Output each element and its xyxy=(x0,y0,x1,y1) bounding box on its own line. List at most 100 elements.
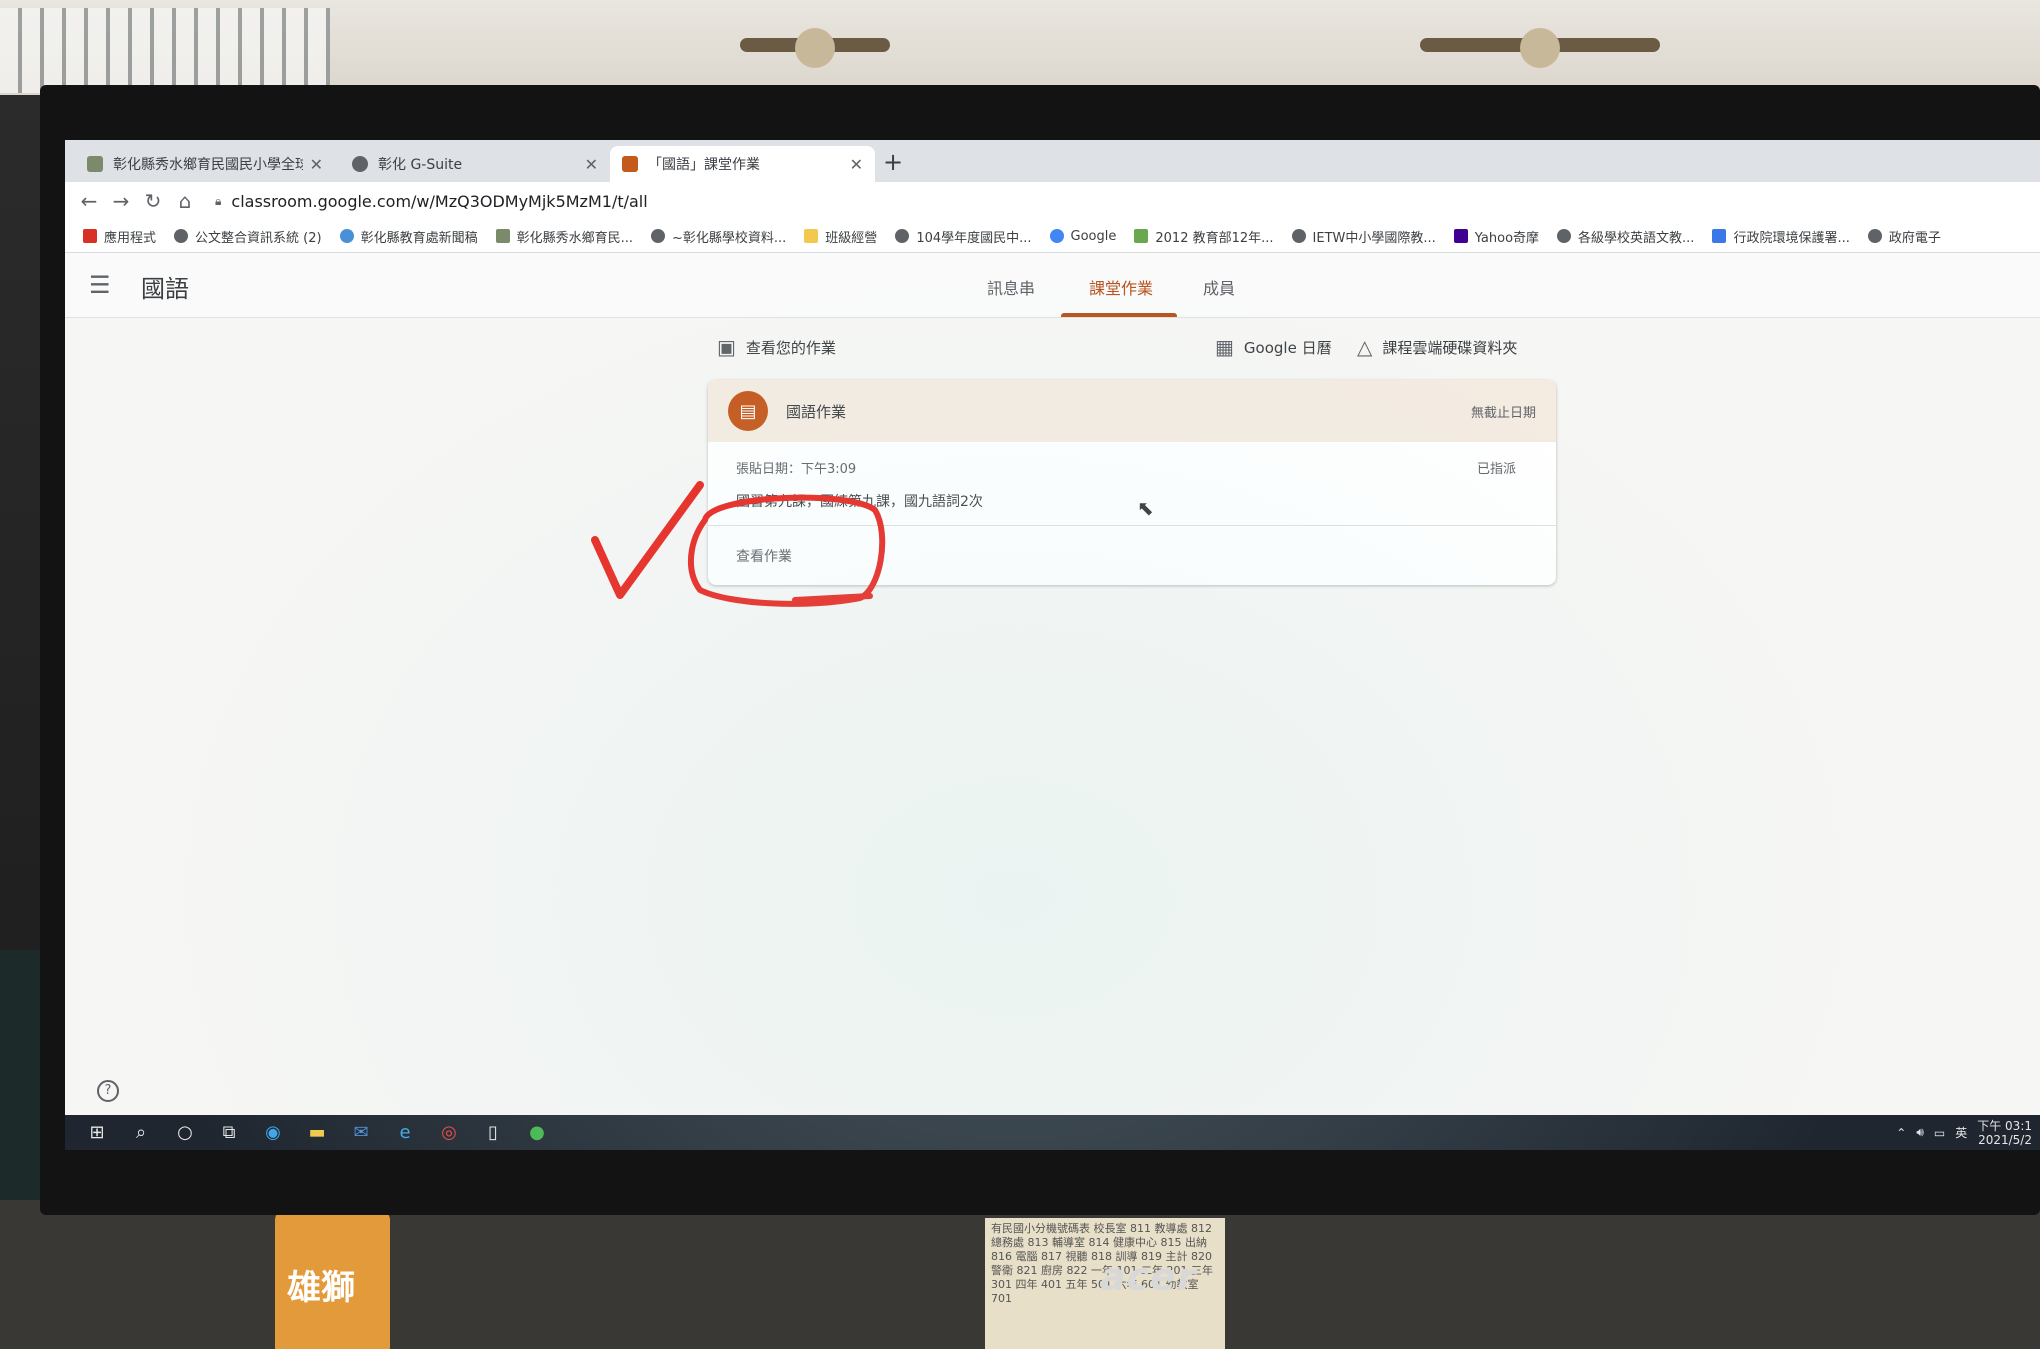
globe-icon xyxy=(352,156,368,172)
course-title: 國語 xyxy=(141,275,189,303)
assignment-icon: ▤ xyxy=(728,391,768,431)
assignment-title: 國語作業 xyxy=(786,402,847,421)
windows-taskbar: ⊞ ⌕ ○ ⧉ ◉ ▬ ✉ e ◎ ▯ ● ⌃ 🔊︎ ▭ 英 下午 03:1 2… xyxy=(65,1115,2040,1150)
bookmark-label: 班級經營 xyxy=(825,230,878,246)
bookmark-label: Google xyxy=(1070,228,1117,244)
internet-explorer-icon[interactable]: e xyxy=(383,1122,427,1143)
bookmark[interactable]: 公文整合資訊系統 (2) xyxy=(174,227,322,246)
circle-stroke xyxy=(687,494,886,607)
clock[interactable]: 下午 03:1 2021/5/2 xyxy=(1977,1119,2032,1147)
back-icon[interactable]: ← xyxy=(73,189,105,213)
bookmark[interactable]: 彰化縣教育處新聞稿 xyxy=(339,227,478,246)
edge-icon[interactable]: ◉ xyxy=(251,1122,295,1143)
bookmark-label: 行政院環境保護署... xyxy=(1733,230,1850,246)
ceiling-fan-hub xyxy=(1520,28,1560,68)
underline-stroke xyxy=(792,593,873,603)
network-icon[interactable]: ▭ xyxy=(1934,1126,1945,1140)
bookmark-label: 彰化縣秀水鄉育民... xyxy=(516,230,633,246)
tab-classwork[interactable]: 課堂作業 xyxy=(1089,275,1153,299)
school-favicon-icon xyxy=(87,156,103,172)
close-tab-icon[interactable]: ✕ xyxy=(310,155,323,174)
clock-date: 2021/5/2 xyxy=(1978,1132,2032,1147)
folder-icon xyxy=(804,229,819,243)
bookmark[interactable]: 2012 教育部12年... xyxy=(1134,227,1274,246)
assignment-status: 已指派 xyxy=(1476,462,1516,477)
bookmark-label: 2012 教育部12年... xyxy=(1155,230,1274,246)
tab-people[interactable]: 成員 xyxy=(1203,275,1235,299)
bookmark[interactable]: 班級經營 xyxy=(804,227,877,246)
browser-tab[interactable]: 彰化縣秀水鄉育民國民小學全球 ✕ xyxy=(75,146,335,182)
bookmark[interactable]: 彰化縣秀水鄉育民... xyxy=(495,227,633,246)
classroom-header: ☰ 國語 訊息串 課堂作業 成員 xyxy=(65,253,2040,318)
assignment-meta: 張貼日期：下午3:09 已指派 xyxy=(708,442,1556,477)
drive-folder-link[interactable]: △ 課程雲端硬碟資料夾 xyxy=(1357,335,1517,359)
task-view-icon[interactable]: ⧉ xyxy=(207,1122,251,1143)
bookmark-label: 104學年度國民中... xyxy=(916,230,1032,246)
help-icon[interactable]: ? xyxy=(97,1080,119,1102)
tab-stream[interactable]: 訊息串 xyxy=(987,275,1035,299)
ceiling-fan-hub xyxy=(795,28,835,68)
menu-icon[interactable]: ☰ xyxy=(89,271,111,299)
globe-icon xyxy=(1291,229,1306,243)
posted-date: 張貼日期：下午3:09 xyxy=(736,462,857,477)
bookmark-label: 各級學校英語文教... xyxy=(1578,230,1695,246)
lock-icon: 🔒︎ xyxy=(215,193,222,208)
google-calendar-link[interactable]: ▦ Google 日曆 xyxy=(1215,335,1332,359)
assignment-header[interactable]: ▤ 國語作業 無截止日期 xyxy=(708,380,1556,442)
selected-tab-indicator xyxy=(1061,313,1177,317)
bookmarks-bar: 應用程式 公文整合資訊系統 (2) 彰化縣教育處新聞稿 彰化縣秀水鄉育民... … xyxy=(65,220,2040,253)
globe-icon xyxy=(651,229,665,243)
calendar-icon: ▦ xyxy=(1215,335,1234,359)
mouse-cursor-icon: ⬉ xyxy=(1137,496,1154,520)
bookmark[interactable]: ~彰化縣學校資料... xyxy=(651,227,786,246)
close-tab-icon[interactable]: ✕ xyxy=(850,155,863,174)
view-your-work-link[interactable]: ▣ 查看您的作業 xyxy=(717,335,836,359)
system-tray: ⌃ 🔊︎ ▭ 英 下午 03:1 2021/5/2 xyxy=(1896,1119,2040,1147)
bookmark-label: 政府電子 xyxy=(1888,230,1941,246)
new-tab-icon[interactable]: + xyxy=(883,148,903,176)
bookmark[interactable]: 行政院環境保護署... xyxy=(1712,227,1850,246)
bookmark[interactable]: Google xyxy=(1049,228,1117,244)
epa-icon xyxy=(1712,229,1727,243)
chrome-icon[interactable]: ◎ xyxy=(427,1122,471,1143)
classroom-favicon-icon xyxy=(622,156,638,172)
bookmark[interactable]: Yahoo奇摩 xyxy=(1453,227,1540,246)
reload-icon[interactable]: ↻ xyxy=(137,189,169,213)
assignment-due: 無截止日期 xyxy=(1470,405,1536,421)
browser-tab[interactable]: 彰化 G-Suite ✕ xyxy=(340,146,610,182)
tab-label: 「國語」課堂作業 xyxy=(648,157,760,173)
search-icon[interactable]: ⌕ xyxy=(119,1122,163,1143)
google-icon xyxy=(1049,229,1064,243)
monitor-screen: 彰化縣秀水鄉育民國民小學全球 ✕ 彰化 G-Suite ✕ 「國語」課堂作業 ✕… xyxy=(65,140,2040,1150)
home-icon[interactable]: ⌂ xyxy=(169,189,201,213)
bookmark-label: Yahoo奇摩 xyxy=(1474,230,1540,246)
globe-icon xyxy=(1557,229,1572,243)
file-explorer-icon[interactable]: ▬ xyxy=(295,1122,339,1143)
forward-icon[interactable]: → xyxy=(105,189,137,213)
photo-scene: 雄獅 有民國小分機號碼表 校長室 811 教導處 812 總務處 813 輔導室… xyxy=(0,0,2040,1349)
volume-icon[interactable]: 🔊︎ xyxy=(1916,1125,1924,1140)
close-tab-icon[interactable]: ✕ xyxy=(585,155,598,174)
cortana-icon[interactable]: ○ xyxy=(163,1122,207,1143)
chevron-up-icon[interactable]: ⌃ xyxy=(1896,1126,1906,1140)
bookmark[interactable]: 104學年度國民中... xyxy=(895,227,1032,246)
monitor-logo: acer xyxy=(1100,1255,1197,1299)
mail-icon[interactable]: ✉ xyxy=(339,1122,383,1143)
school-favicon-icon xyxy=(495,229,510,243)
line-app-icon[interactable]: ● xyxy=(515,1122,559,1143)
bookmark[interactable]: 政府電子 xyxy=(1867,227,1941,246)
window xyxy=(0,8,330,93)
assignment-ind-icon: ▣ xyxy=(717,335,736,359)
cloud-icon xyxy=(339,229,354,243)
bookmark[interactable]: 各級學校英語文教... xyxy=(1557,227,1694,246)
windows-start-icon[interactable]: ⊞ xyxy=(75,1122,119,1143)
bookmark[interactable]: IETW中小學國際教... xyxy=(1291,227,1436,246)
input-method-icon[interactable]: 英 xyxy=(1955,1124,1967,1141)
book-icon xyxy=(1134,229,1149,243)
browser-tab-active[interactable]: 「國語」課堂作業 ✕ xyxy=(610,146,875,182)
browser-tabbar: 彰化縣秀水鄉育民國民小學全球 ✕ 彰化 G-Suite ✕ 「國語」課堂作業 ✕… xyxy=(65,140,2040,182)
drive-folder-label: 課程雲端硬碟資料夾 xyxy=(1382,338,1518,357)
bookmark-apps[interactable]: 應用程式 xyxy=(83,227,156,246)
document-icon[interactable]: ▯ xyxy=(471,1122,515,1143)
address-bar[interactable]: 🔒︎ classroom.google.com/w/MzQ3ODMyMjk5Mz… xyxy=(215,192,648,211)
